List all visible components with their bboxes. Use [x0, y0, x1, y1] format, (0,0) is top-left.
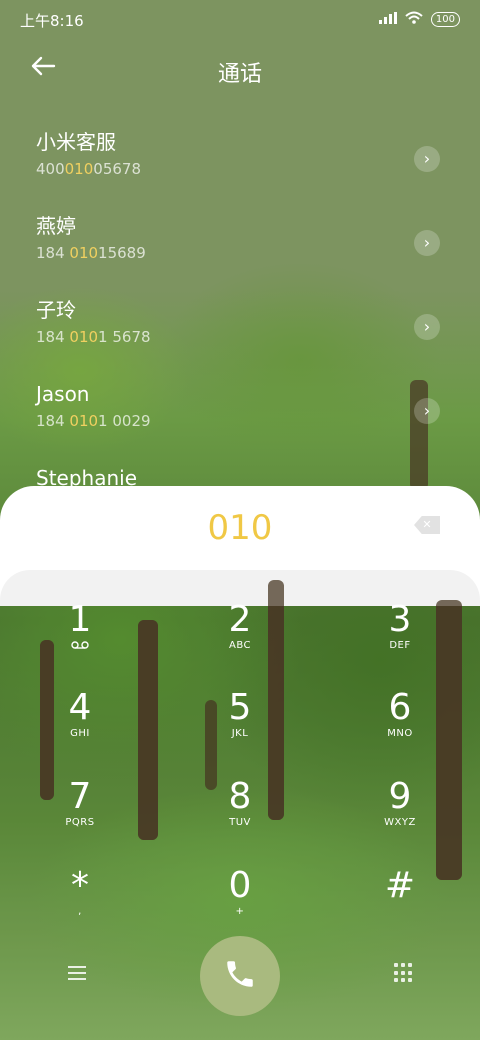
status-icons: 100: [378, 11, 460, 28]
key-letters: DEF: [389, 640, 411, 651]
voicemail-icon: [25, 640, 135, 654]
battery-icon: 100: [430, 12, 460, 27]
key-0[interactable]: 0 +: [185, 866, 295, 946]
key-2[interactable]: 2 ABC: [185, 600, 295, 680]
chevron-right-icon[interactable]: ›: [414, 314, 440, 340]
chevron-right-icon[interactable]: ›: [414, 230, 440, 256]
contact-number: 40001005678: [36, 158, 446, 180]
status-time: 上午8:16: [20, 12, 84, 30]
signal-icon: [378, 11, 397, 28]
tree-trunk: [138, 620, 158, 840]
key-6[interactable]: 6 MNO: [345, 688, 455, 768]
key-digit: 3: [388, 599, 412, 640]
contact-number: 184 0101 0029: [36, 410, 446, 432]
key-digit: 6: [388, 687, 412, 728]
menu-icon[interactable]: [66, 962, 88, 987]
chevron-right-icon[interactable]: ›: [414, 146, 440, 172]
number-suffix: 1 5678: [98, 328, 151, 346]
contact-row[interactable]: 小米客服 40001005678 ›: [36, 128, 446, 198]
number-match: 010: [64, 160, 94, 178]
key-7[interactable]: 7 PQRS: [25, 777, 135, 857]
key-5[interactable]: 5 JKL: [185, 688, 295, 768]
contact-name: 子玲: [36, 298, 76, 322]
contact-number: 184 0101 5678: [36, 326, 446, 348]
contact-row[interactable]: 燕婷 184 01015689 ›: [36, 212, 446, 282]
contact-row[interactable]: Jason 184 0101 0029 ›: [36, 380, 446, 450]
number-prefix: 184: [36, 412, 70, 430]
key-letters: ,: [78, 906, 82, 917]
key-4[interactable]: 4 GHI: [25, 688, 135, 768]
key-digit: 1: [68, 599, 92, 640]
keypad-icon[interactable]: [394, 963, 414, 983]
contact-name: 小米客服: [36, 130, 116, 154]
key-letters: +: [235, 906, 245, 917]
number-prefix: 184: [36, 328, 70, 346]
contact-number: 184 01015689: [36, 242, 446, 264]
page-title: 通话: [217, 62, 262, 87]
key-8[interactable]: 8 TUV: [185, 777, 295, 857]
key-letters: GHI: [70, 728, 90, 739]
number-suffix: 15689: [98, 244, 146, 262]
header: 通话: [0, 48, 480, 92]
key-digit: *: [71, 865, 89, 906]
key-star[interactable]: * ,: [25, 866, 135, 946]
key-digit: 9: [388, 776, 412, 817]
key-digit: 4: [68, 687, 92, 728]
number-match: 010: [69, 328, 99, 346]
key-digit: 7: [68, 776, 92, 817]
key-letters: JKL: [231, 728, 249, 739]
call-button[interactable]: [200, 936, 280, 1016]
key-letters: ABC: [228, 640, 251, 651]
number-suffix: 1 0029: [98, 412, 151, 430]
number-prefix: 400: [36, 160, 65, 178]
wifi-icon: [405, 11, 423, 28]
key-digit: 2: [228, 599, 252, 640]
number-prefix: 184: [36, 244, 70, 262]
phone-icon: [223, 957, 257, 995]
contact-row[interactable]: 子玲 184 0101 5678 ›: [36, 296, 446, 366]
number-match: 010: [69, 244, 99, 262]
key-digit: #: [384, 865, 416, 906]
status-bar: 上午8:16 100: [0, 0, 480, 40]
contact-name: Jason: [36, 382, 90, 406]
key-1[interactable]: 1: [25, 600, 135, 680]
number-suffix: 05678: [93, 160, 141, 178]
chevron-right-icon[interactable]: ›: [414, 398, 440, 424]
key-hash[interactable]: #: [345, 866, 455, 946]
number-match: 010: [69, 412, 99, 430]
key-9[interactable]: 9 WXYZ: [345, 777, 455, 857]
key-digit: 5: [228, 687, 252, 728]
key-digit: 8: [228, 776, 252, 817]
key-letters: MNO: [387, 728, 413, 739]
key-letters: PQRS: [65, 817, 95, 828]
key-letters: TUV: [229, 817, 251, 828]
key-3[interactable]: 3 DEF: [345, 600, 455, 680]
key-digit: 0: [228, 865, 252, 906]
dialed-number: 010: [207, 508, 273, 548]
key-letters: WXYZ: [384, 817, 416, 828]
contact-name: 燕婷: [36, 214, 76, 238]
